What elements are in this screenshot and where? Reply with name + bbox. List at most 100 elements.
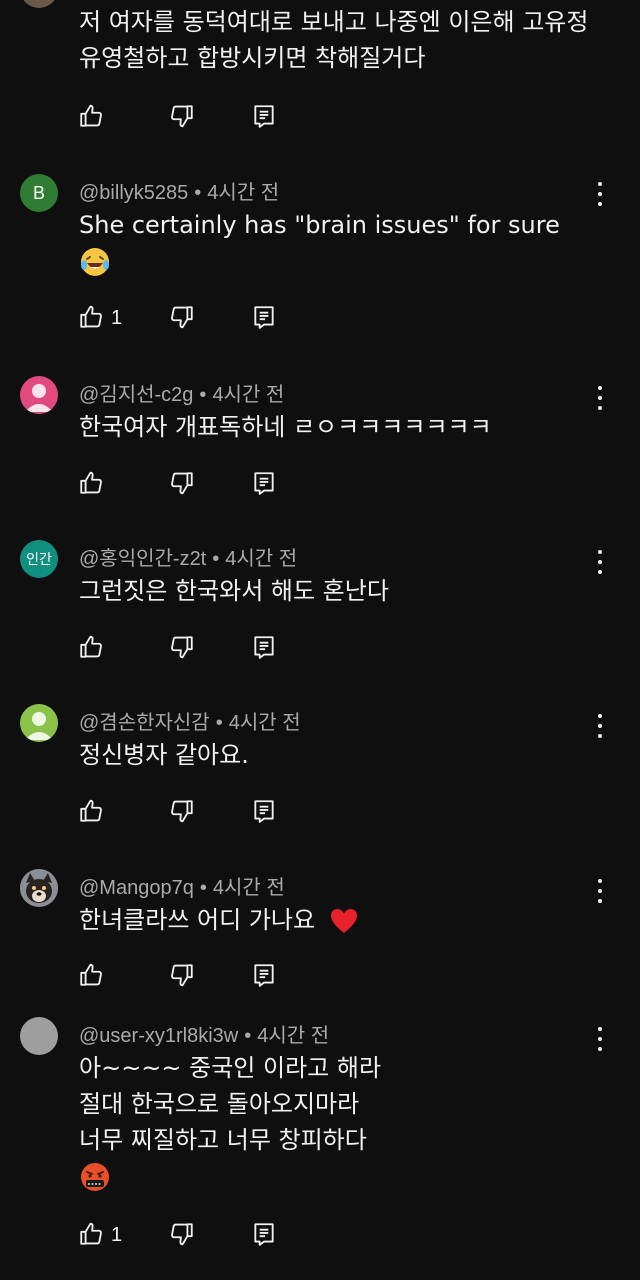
reply-button[interactable] xyxy=(251,634,279,662)
avatar[interactable]: 인간 xyxy=(20,540,58,578)
comment-actions: 1 xyxy=(78,304,378,332)
comment-meta: @겸손한자신감 • 4시간 전 xyxy=(79,712,301,734)
reply-icon xyxy=(251,304,277,330)
avatar[interactable]: B xyxy=(20,174,58,212)
laughing-tears-emoji-icon xyxy=(81,248,109,276)
comment-line: 한녀클라쓰 어디 가나요 xyxy=(79,902,600,938)
like-button[interactable] xyxy=(78,798,106,826)
comment-emoji-line xyxy=(79,1158,600,1194)
more-vert-icon[interactable] xyxy=(589,1025,611,1053)
comment-meta: @user-xy1rl8ki3w • 4시간 전 xyxy=(79,1025,330,1047)
avatar[interactable] xyxy=(20,704,58,742)
like-button[interactable] xyxy=(78,962,106,990)
comment-text: 정신병자 같아요. xyxy=(79,737,600,773)
dislike-button[interactable] xyxy=(169,304,197,332)
timestamp[interactable]: 4시간 전 xyxy=(229,712,301,734)
swearing-face-emoji-icon xyxy=(81,1163,109,1191)
more-vert-icon[interactable] xyxy=(589,712,611,740)
thumbs-down-icon xyxy=(169,304,195,330)
thumbs-up-icon xyxy=(78,1221,104,1247)
comment-meta: @김지선-c2g • 4시간 전 xyxy=(79,384,285,406)
dislike-button[interactable] xyxy=(169,798,197,826)
author-name[interactable]: @Mangop7q xyxy=(79,877,194,899)
comment-actions xyxy=(78,798,378,826)
author-name[interactable]: @홍익인간-z2t xyxy=(79,548,206,570)
author-name[interactable]: @user-xy1rl8ki3w xyxy=(79,1025,238,1047)
dislike-button[interactable] xyxy=(169,470,197,498)
comment-text: 아~~~~ 중국인 이라고 해라 절대 한국으로 돌아오지마라 너무 찌질하고 … xyxy=(79,1050,600,1194)
comment-emoji-line xyxy=(79,243,600,279)
like-button[interactable] xyxy=(78,304,106,332)
timestamp[interactable]: 4시간 전 xyxy=(213,877,285,899)
more-vert-icon[interactable] xyxy=(589,877,611,905)
timestamp[interactable]: 4시간 전 xyxy=(225,548,297,570)
thumbs-down-icon xyxy=(169,798,195,824)
comment-actions xyxy=(78,634,378,662)
reply-button[interactable] xyxy=(251,304,279,332)
comment-line: 너무 찌질하고 너무 창피하다 xyxy=(79,1126,367,1154)
thumbs-down-icon xyxy=(169,634,195,660)
default-person-icon xyxy=(25,712,53,740)
comment-line: 저 여자를 동덕여대로 보내고 나중엔 이은해 고유정 xyxy=(79,8,589,36)
author-name[interactable]: @billyk5285 xyxy=(79,182,188,204)
more-vert-icon[interactable] xyxy=(589,384,611,412)
reply-icon xyxy=(251,634,277,660)
author-name[interactable]: @김지선-c2g xyxy=(79,384,193,406)
comment-line: 그런짓은 한국와서 해도 혼난다 xyxy=(79,577,389,605)
avatar[interactable] xyxy=(20,869,58,907)
comment-line: 아~~~~ 중국인 이라고 해라 xyxy=(79,1054,382,1082)
reply-button[interactable] xyxy=(251,103,279,131)
comment-text: 저 여자를 동덕여대로 보내고 나중엔 이은해 고유정 유영철하고 합방시키면 … xyxy=(79,4,600,76)
thumbs-down-icon xyxy=(169,962,195,988)
comment-line: 한국여자 개표독하네 ㄹㅇㅋㅋㅋㅋㅋㅋㅋ xyxy=(79,413,492,441)
comment-line-text: 한녀클라쓰 어디 가나요 xyxy=(79,906,316,934)
more-vert-icon[interactable] xyxy=(589,548,611,576)
more-vert-icon[interactable] xyxy=(589,180,611,208)
timestamp[interactable]: 4시간 전 xyxy=(212,384,284,406)
thumbs-up-icon xyxy=(78,634,104,660)
comment-actions xyxy=(78,103,378,131)
comment-text: 그런짓은 한국와서 해도 혼난다 xyxy=(79,573,600,609)
like-count: 1 xyxy=(111,1224,123,1246)
thumbs-down-icon xyxy=(169,1221,195,1247)
reply-button[interactable] xyxy=(251,962,279,990)
thumbs-down-icon xyxy=(169,103,195,129)
reply-icon xyxy=(251,798,277,824)
thumbs-up-icon xyxy=(78,103,104,129)
like-button[interactable] xyxy=(78,103,106,131)
dog-photo-avatar-icon xyxy=(20,869,58,907)
like-button[interactable] xyxy=(78,634,106,662)
reply-icon xyxy=(251,1221,277,1247)
thumbs-up-icon xyxy=(78,470,104,496)
dislike-button[interactable] xyxy=(169,962,197,990)
reply-button[interactable] xyxy=(251,798,279,826)
timestamp[interactable]: 4시간 전 xyxy=(257,1025,329,1047)
timestamp[interactable]: 4시간 전 xyxy=(207,182,279,204)
reply-icon xyxy=(251,103,277,129)
comment-actions: 1 xyxy=(78,1221,378,1249)
dislike-button[interactable] xyxy=(169,1221,197,1249)
reply-button[interactable] xyxy=(251,470,279,498)
avatar[interactable] xyxy=(20,376,58,414)
avatar-letter: 인간 xyxy=(26,551,52,567)
comment-line: 정신병자 같아요. xyxy=(79,741,249,769)
reply-button[interactable] xyxy=(251,1221,279,1249)
default-person-icon xyxy=(25,384,53,412)
dislike-button[interactable] xyxy=(169,634,197,662)
comment-text: She certainly has "brain issues" for sur… xyxy=(79,207,600,279)
thumbs-down-icon xyxy=(169,470,195,496)
avatar[interactable] xyxy=(20,1017,58,1055)
thumbs-up-icon xyxy=(78,798,104,824)
comment-line: 절대 한국으로 돌아오지마라 xyxy=(79,1090,360,1118)
comment-text: 한국여자 개표독하네 ㄹㅇㅋㅋㅋㅋㅋㅋㅋ xyxy=(79,409,600,445)
avatar-letter: B xyxy=(32,182,45,203)
author-name[interactable]: @겸손한자신감 xyxy=(79,712,210,734)
like-button[interactable] xyxy=(78,470,106,498)
like-button[interactable] xyxy=(78,1221,106,1249)
comment-meta: @홍익인간-z2t • 4시간 전 xyxy=(79,548,298,570)
comment-meta: @Mangop7q • 4시간 전 xyxy=(79,877,285,899)
reply-icon xyxy=(251,962,277,988)
dislike-button[interactable] xyxy=(169,103,197,131)
avatar[interactable] xyxy=(20,0,58,8)
red-heart-emoji-icon xyxy=(330,909,357,933)
